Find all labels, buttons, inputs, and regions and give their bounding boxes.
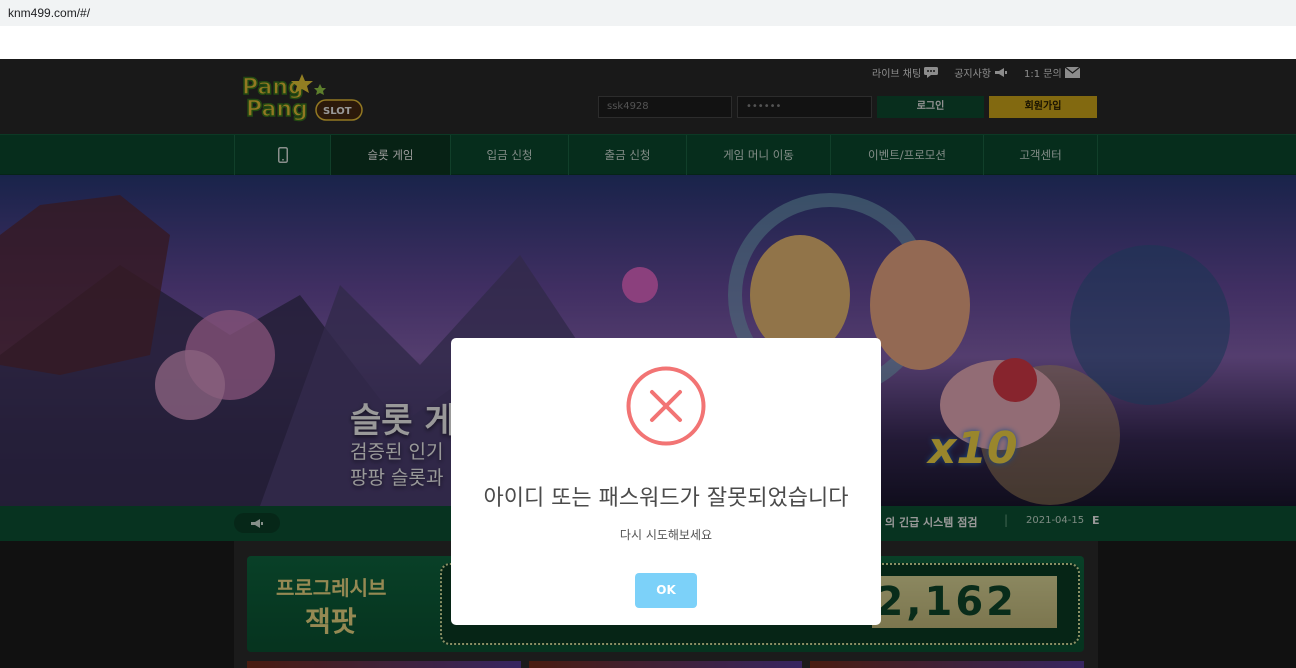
blank-strip	[0, 26, 1296, 59]
dialog-message: 다시 시도해보세요	[619, 528, 713, 542]
ok-button[interactable]: OK	[635, 573, 697, 608]
dialog-title: 아이디 또는 패스워드가 잘못되었습니다	[483, 486, 849, 511]
address-bar[interactable]: knm499.com/#/	[0, 0, 1296, 26]
error-x-icon	[626, 366, 706, 446]
